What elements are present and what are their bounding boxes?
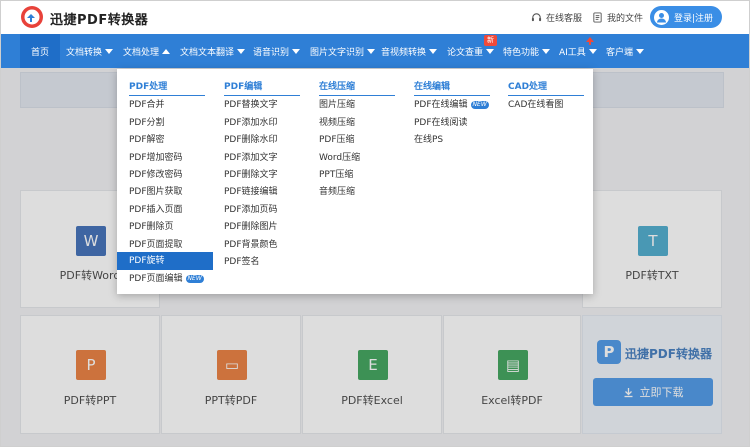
nav-label: 文档转换 xyxy=(66,47,103,58)
hot-flag-icon xyxy=(586,37,594,45)
chevron-down-icon xyxy=(105,48,114,54)
chevron-down-icon xyxy=(588,48,597,54)
user-avatar-icon xyxy=(654,9,669,25)
nav-features[interactable]: 特色功能 xyxy=(503,34,551,68)
chevron-down-icon xyxy=(636,48,645,54)
support-link[interactable]: 在线客服 xyxy=(531,11,582,24)
nav-label: AI工具 xyxy=(559,47,586,58)
menu-pdf-replace-text[interactable]: PDF替换文字 xyxy=(224,96,278,114)
menu-pdf-page-edit[interactable]: PDF页面编辑 NEW xyxy=(129,270,204,288)
menu-pdf-split[interactable]: PDF分割 xyxy=(129,114,165,132)
menu-pdf-add-password[interactable]: PDF增加密码 xyxy=(129,149,183,167)
menu-ppt-compress[interactable]: PPT压缩 xyxy=(319,166,353,184)
chevron-down-icon xyxy=(367,48,376,54)
chevron-up-icon xyxy=(162,48,171,54)
app-logo-icon[interactable] xyxy=(20,5,44,29)
nav-label: 客户端 xyxy=(606,47,634,58)
menu-pdf-add-text[interactable]: PDF添加文字 xyxy=(224,149,278,167)
brand-name[interactable]: 迅捷PDF转换器 xyxy=(50,9,148,28)
nav-label: 文档处理 xyxy=(123,47,160,58)
nav-home-label: 首页 xyxy=(30,47,49,58)
nav-label: 语音识别 xyxy=(253,47,290,58)
doc-process-dropdown: PDF处理 PDF合并 PDF分割 PDF解密 PDF增加密码 PDF修改密码 … xyxy=(117,69,593,294)
nav-doc-process[interactable]: 文档处理 xyxy=(123,34,171,68)
nav-label: 音视频转换 xyxy=(381,47,427,58)
support-label: 在线客服 xyxy=(546,14,583,24)
dropdown-col-title: PDF编辑 xyxy=(224,79,300,96)
menu-pdf-online-edit[interactable]: PDF在线编辑 NEW xyxy=(414,96,489,114)
menu-cad-viewer[interactable]: CAD在线看图 xyxy=(508,96,563,114)
nav-image-ocr[interactable]: 图片文字识别 xyxy=(310,34,376,68)
menu-pdf-change-password[interactable]: PDF修改密码 xyxy=(129,166,183,184)
nav-label: 文档文本翻译 xyxy=(180,47,235,58)
menu-pdf-delete-text[interactable]: PDF删除文字 xyxy=(224,166,278,184)
new-badge: 新 xyxy=(484,35,497,46)
dropdown-col-title: 在线编辑 xyxy=(414,79,490,96)
top-header: 迅捷PDF转换器 在线客服 我的文件 登录|注册 xyxy=(0,0,750,34)
nav-av-convert[interactable]: 音视频转换 xyxy=(381,34,438,68)
menu-pdf-insert-page[interactable]: PDF插入页面 xyxy=(129,201,183,219)
main-nav: 首页 文档转换 文档处理 文档文本翻译 语音识别 图片文字识别 音视频转换 论文… xyxy=(0,34,750,68)
dropdown-col-title: 在线压缩 xyxy=(319,79,395,96)
chevron-down-icon xyxy=(486,48,495,54)
menu-word-compress[interactable]: Word压缩 xyxy=(319,149,360,167)
menu-video-compress[interactable]: 视频压缩 xyxy=(319,114,355,132)
menu-pdf-extract-images[interactable]: PDF图片获取 xyxy=(129,183,183,201)
nav-doc-translate[interactable]: 文档文本翻译 xyxy=(180,34,246,68)
new-tag: NEW xyxy=(185,274,204,283)
menu-pdf-signature[interactable]: PDF签名 xyxy=(224,253,260,271)
headset-icon xyxy=(531,13,542,22)
new-tag: NEW xyxy=(470,100,489,109)
nav-speech-recognition[interactable]: 语音识别 xyxy=(253,34,301,68)
menu-pdf-decrypt[interactable]: PDF解密 xyxy=(129,131,165,149)
chevron-down-icon xyxy=(542,48,551,54)
menu-pdf-delete-images[interactable]: PDF删除图片 xyxy=(224,218,278,236)
nav-label: 论文查重 xyxy=(447,47,484,58)
menu-pdf-page-numbers[interactable]: PDF添加页码 xyxy=(224,201,278,219)
chevron-down-icon xyxy=(292,48,301,54)
menu-audio-compress[interactable]: 音频压缩 xyxy=(319,183,355,201)
menu-pdf-rotate[interactable]: PDF旋转 xyxy=(117,252,213,270)
my-files-label: 我的文件 xyxy=(607,14,644,24)
nav-doc-convert[interactable]: 文档转换 xyxy=(66,34,114,68)
menu-item-label: PDF在线编辑 xyxy=(414,100,468,110)
login-register-button[interactable]: 登录|注册 xyxy=(650,6,722,28)
dropdown-col-title: CAD处理 xyxy=(508,79,584,96)
menu-pdf-link-edit[interactable]: PDF链接编辑 xyxy=(224,183,278,201)
menu-pdf-merge[interactable]: PDF合并 xyxy=(129,96,165,114)
menu-pdf-compress[interactable]: PDF压缩 xyxy=(319,131,355,149)
chevron-down-icon xyxy=(237,48,246,54)
menu-item-label: PDF页面编辑 xyxy=(129,274,183,284)
menu-image-compress[interactable]: 图片压缩 xyxy=(319,96,355,114)
menu-pdf-add-watermark[interactable]: PDF添加水印 xyxy=(224,114,278,132)
nav-label: 特色功能 xyxy=(503,47,540,58)
menu-pdf-online-read[interactable]: PDF在线阅读 xyxy=(414,114,468,132)
nav-client[interactable]: 客户端 xyxy=(606,34,645,68)
menu-pdf-background-color[interactable]: PDF背景颜色 xyxy=(224,236,278,254)
user-icon xyxy=(657,12,666,22)
dropdown-col-title: PDF处理 xyxy=(129,79,205,96)
menu-online-ps[interactable]: 在线PS xyxy=(414,131,443,149)
nav-label: 图片文字识别 xyxy=(310,47,365,58)
menu-pdf-remove-watermark[interactable]: PDF删除水印 xyxy=(224,131,278,149)
nav-home[interactable]: 首页 xyxy=(20,34,60,68)
login-label: 登录|注册 xyxy=(674,13,714,24)
my-files-link[interactable]: 我的文件 xyxy=(592,11,643,24)
menu-pdf-delete-page[interactable]: PDF删除页 xyxy=(129,218,174,236)
chevron-down-icon xyxy=(429,48,438,54)
document-icon xyxy=(593,12,602,23)
